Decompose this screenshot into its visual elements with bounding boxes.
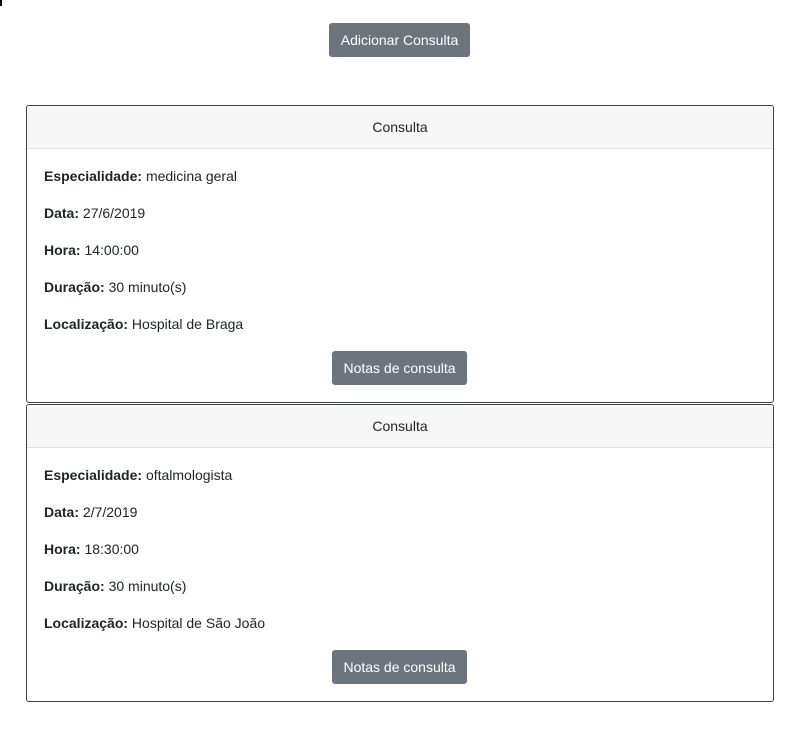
corner-mark: [0, 0, 2, 6]
consulta-card: Consulta Especialidade: oftalmologista D…: [26, 404, 774, 702]
add-consulta-button[interactable]: Adicionar Consulta: [329, 23, 470, 57]
data-row: Data: 2/7/2019: [44, 502, 137, 522]
localizacao-label: Localização:: [44, 615, 129, 631]
localizacao-label: Localização:: [44, 316, 129, 332]
data-row: Data: 27/6/2019: [44, 203, 145, 223]
hora-value: 14:00:00: [84, 242, 139, 258]
hora-row: Hora: 14:00:00: [44, 240, 139, 260]
card-header: Consulta: [27, 106, 773, 149]
hora-value: 18:30:00: [84, 541, 139, 557]
duracao-label: Duração:: [44, 578, 105, 594]
localizacao-row: Localização: Hospital de São João: [44, 613, 265, 633]
duracao-label: Duração:: [44, 279, 105, 295]
data-value: 2/7/2019: [82, 504, 138, 520]
localizacao-value: Hospital de São João: [131, 615, 266, 631]
card-header: Consulta: [27, 405, 773, 448]
duracao-value: 30 minuto(s): [108, 279, 187, 295]
duracao-row: Duração: 30 minuto(s): [44, 277, 186, 297]
especialidade-row: Especialidade: medicina geral: [44, 166, 237, 186]
duracao-value: 30 minuto(s): [108, 578, 187, 594]
data-label: Data:: [44, 205, 80, 221]
hora-label: Hora:: [44, 242, 81, 258]
hora-label: Hora:: [44, 541, 81, 557]
especialidade-value: medicina geral: [145, 168, 237, 184]
especialidade-row: Especialidade: oftalmologista: [44, 465, 232, 485]
hora-row: Hora: 18:30:00: [44, 539, 139, 559]
notas-consulta-button[interactable]: Notas de consulta: [332, 351, 467, 385]
notas-consulta-button[interactable]: Notas de consulta: [332, 650, 467, 684]
consulta-card: Consulta Especialidade: medicina geral D…: [26, 105, 774, 403]
especialidade-label: Especialidade:: [44, 168, 143, 184]
localizacao-row: Localização: Hospital de Braga: [44, 314, 243, 334]
data-value: 27/6/2019: [82, 205, 146, 221]
duracao-row: Duração: 30 minuto(s): [44, 576, 186, 596]
especialidade-label: Especialidade:: [44, 467, 143, 483]
localizacao-value: Hospital de Braga: [131, 316, 244, 332]
data-label: Data:: [44, 504, 80, 520]
especialidade-value: oftalmologista: [145, 467, 233, 483]
